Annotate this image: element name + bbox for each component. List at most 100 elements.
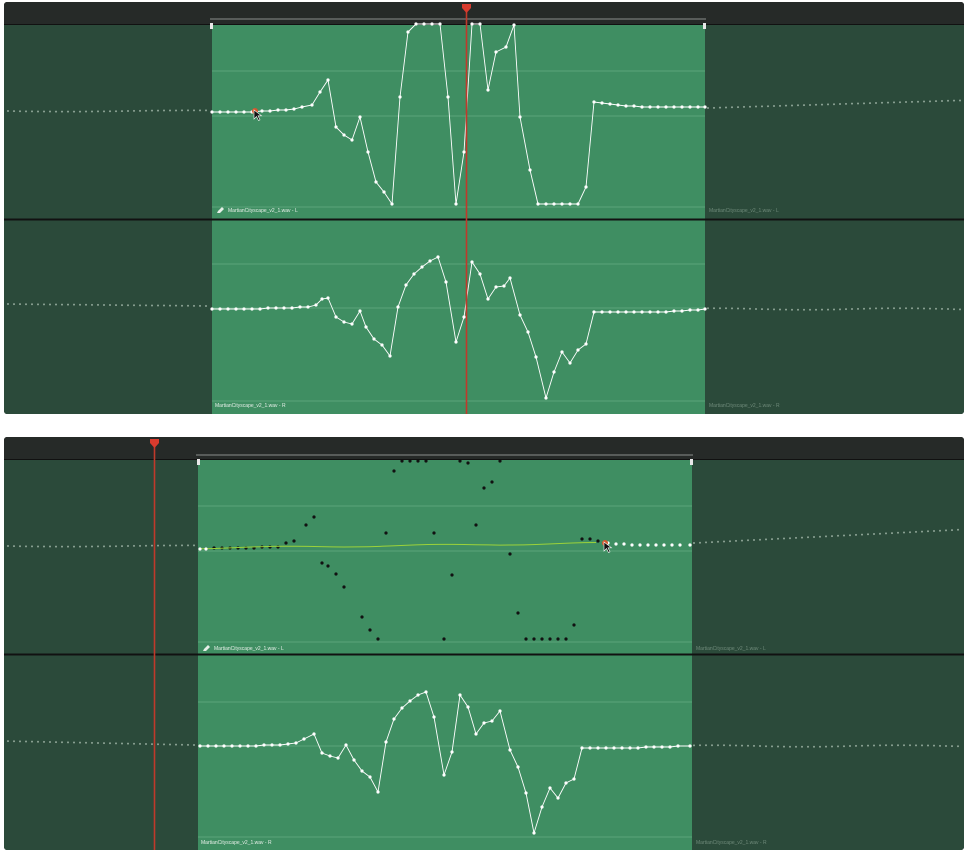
- keyframe-point: [25, 110, 27, 113]
- keyframe-point: [115, 110, 117, 113]
- keyframe-point: [432, 715, 436, 719]
- keyframe-point: [360, 615, 364, 619]
- keyframe-point: [49, 110, 51, 113]
- keyframe-point: [719, 307, 721, 310]
- clip-name-upper: MartianCityscape_v2_1.wav - L: [228, 208, 298, 214]
- keyframe-point: [278, 743, 282, 747]
- keyframe-point: [366, 150, 370, 154]
- keyframe-point: [430, 22, 434, 26]
- keyframe-point: [688, 744, 692, 748]
- volume-automation-curve-right[interactable]: [212, 256, 706, 400]
- clip-end-handle[interactable]: [690, 459, 693, 465]
- clip-start-handle[interactable]: [210, 23, 213, 29]
- keyframe-point: [560, 202, 564, 206]
- keyframe-point: [121, 110, 123, 113]
- keyframe-point: [31, 545, 33, 548]
- keyframe-point: [735, 539, 737, 542]
- keyframe-point: [442, 773, 446, 777]
- volume-keyframes-right[interactable]: [210, 255, 707, 400]
- volume-keyframes-left[interactable]: [210, 22, 707, 206]
- keyframe-point: [79, 110, 81, 113]
- keyframe-point: [616, 310, 620, 314]
- keyframe-point: [825, 745, 827, 748]
- keyframe-point: [454, 202, 458, 206]
- keyframe-point: [845, 102, 847, 105]
- playhead-marker-icon[interactable]: [150, 439, 159, 448]
- playhead-marker-icon[interactable]: [462, 4, 471, 13]
- keyframe-point: [921, 744, 923, 747]
- clip-start-handle[interactable]: [197, 459, 200, 465]
- keyframe-point: [785, 104, 787, 107]
- keyframe-point: [79, 545, 81, 548]
- keyframe-point: [929, 307, 931, 310]
- keyframe-point: [498, 709, 502, 713]
- volume-keyframes-right[interactable]: [198, 690, 692, 835]
- keyframe-point: [374, 180, 378, 184]
- keyframe-point: [462, 315, 466, 319]
- keyframe-point: [103, 545, 105, 548]
- keyframe-point: [795, 745, 797, 748]
- keyframe-point: [688, 543, 692, 547]
- keyframe-point: [678, 543, 682, 547]
- keyframe-point: [584, 185, 588, 189]
- keyframe-point: [210, 307, 214, 311]
- keyframe-point: [779, 308, 781, 311]
- keyframe-point: [490, 480, 494, 484]
- clip-end-handle[interactable]: [703, 23, 706, 29]
- keyframe-point: [67, 303, 69, 306]
- keyframe-point: [7, 740, 9, 743]
- keyframe-point: [43, 110, 45, 113]
- keyframe-point: [55, 741, 57, 744]
- clip-name-lower-next: MartianCityscape_v2_1.wav - R: [696, 840, 767, 846]
- keyframe-point: [85, 303, 87, 306]
- keyframe-point: [809, 308, 811, 311]
- keyframe-point: [13, 303, 15, 306]
- keyframe-point: [791, 308, 793, 311]
- keyframe-point: [680, 105, 684, 109]
- pencil-icon: [217, 207, 224, 213]
- keyframe-point: [935, 100, 937, 103]
- keyframe-point: [660, 745, 664, 749]
- keyframe-point: [941, 99, 943, 102]
- keyframe-point: [284, 108, 288, 112]
- keyframe-point: [644, 745, 648, 749]
- keyframe-point: [869, 102, 871, 105]
- keyframe-point: [7, 110, 9, 113]
- keyframe-point: [851, 308, 853, 311]
- keyframe-point: [334, 572, 338, 576]
- keyframe-point: [753, 744, 755, 747]
- volume-automation-curve-right[interactable]: [200, 691, 690, 834]
- keyframe-point: [318, 90, 322, 94]
- keyframe-point: [312, 732, 316, 736]
- keyframe-point: [536, 202, 540, 206]
- keyframe-point: [713, 106, 715, 109]
- keyframe-point: [749, 307, 751, 310]
- keyframe-point: [390, 202, 394, 206]
- keyframe-point: [927, 744, 929, 747]
- keyframe-point: [163, 109, 165, 112]
- keyframe-point: [175, 304, 177, 307]
- keyframe-point: [699, 541, 701, 544]
- keyframe-point: [831, 745, 833, 748]
- keyframe-point: [482, 486, 486, 490]
- volume-automation-curve-left[interactable]: [212, 23, 705, 206]
- keyframe-point: [731, 106, 733, 109]
- keyframe-point: [795, 536, 797, 539]
- keyframe-point: [773, 308, 775, 311]
- keyframe-point: [741, 744, 743, 747]
- keyframe-point: [861, 533, 863, 536]
- keyframe-point: [103, 742, 105, 745]
- keyframe-point: [310, 103, 314, 107]
- volume-automation-curve-left[interactable]: [199, 541, 597, 550]
- keyframe-point: [761, 308, 763, 311]
- keyframe-point: [552, 370, 556, 374]
- keyframe-point: [638, 543, 642, 547]
- keyframe-point: [785, 308, 787, 311]
- keyframe-point: [157, 743, 159, 746]
- keyframe-point: [743, 307, 745, 310]
- keyframe-point: [544, 202, 548, 206]
- keyframe-point: [957, 745, 959, 748]
- keyframe-point: [262, 743, 266, 747]
- keyframe-point: [49, 740, 51, 743]
- keyframe-point: [284, 541, 288, 545]
